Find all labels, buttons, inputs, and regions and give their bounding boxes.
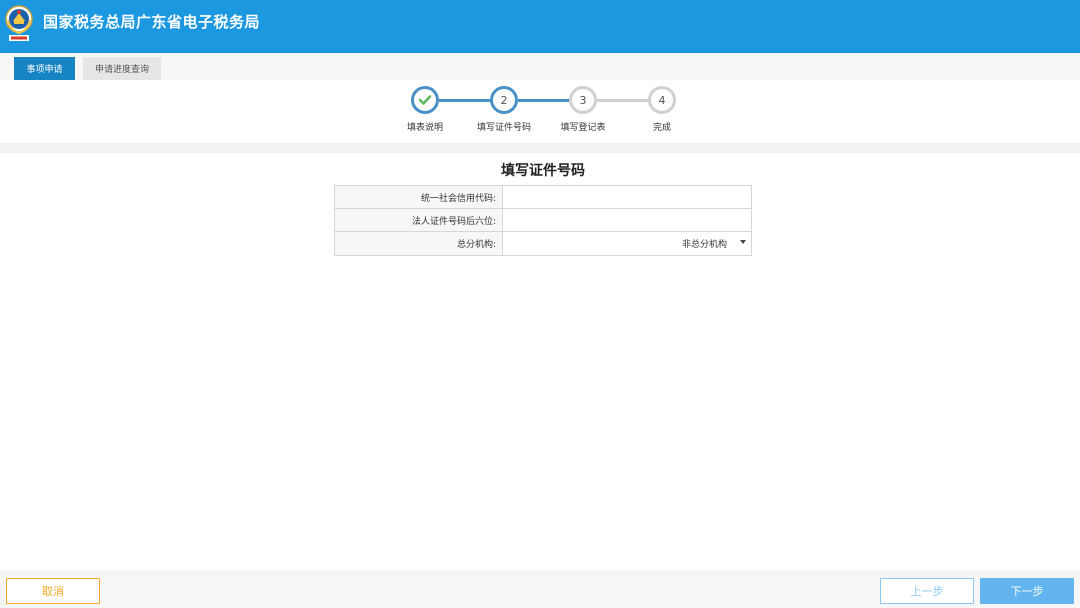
step-1-circle	[411, 86, 439, 114]
step-connector-3	[597, 99, 648, 102]
tab-progress-query[interactable]: 申请进度查询	[83, 57, 161, 80]
step-2-label: 填写证件号码	[476, 123, 531, 133]
previous-step-button[interactable]: 上一步	[880, 578, 974, 604]
step-connector-2	[518, 99, 569, 102]
tab-apply[interactable]: 事项申请	[14, 57, 75, 80]
tab-bar: 事项申请 申请进度查询	[0, 53, 1080, 80]
credit-code-label: 统一社会信用代码:	[335, 186, 503, 208]
form-row-branch-type: 总分机构: 非总分机构	[335, 232, 751, 255]
cancel-button[interactable]: 取消	[6, 578, 100, 604]
form-row-legal-id: 法人证件号码后六位:	[335, 209, 751, 232]
chevron-down-icon	[740, 240, 746, 244]
next-step-button[interactable]: 下一步	[980, 578, 1074, 604]
section-divider	[0, 143, 1080, 153]
credit-code-input[interactable]	[503, 186, 751, 208]
step-connector-1	[439, 99, 491, 102]
step-4-circle: 4	[648, 86, 676, 114]
footer-bar: 取消 上一步 下一步	[0, 570, 1080, 608]
legal-id-last6-input[interactable]	[503, 209, 751, 231]
step-3-label: 填写登记表	[560, 123, 606, 133]
site-title: 国家税务总局广东省电子税务局	[43, 13, 261, 31]
certificate-form: 统一社会信用代码: 法人证件号码后六位: 总分机构: 非总分机构	[334, 185, 752, 256]
branch-type-value: 非总分机构	[681, 240, 727, 250]
progress-stepper: 2 3 4 填表说明 填写证件号码 填写登记表 完成	[0, 80, 1080, 143]
top-header: 国家税务总局广东省电子税务局	[0, 0, 1080, 53]
legal-id-label: 法人证件号码后六位:	[335, 209, 503, 231]
branch-type-label: 总分机构:	[335, 232, 503, 255]
step-1-label: 填表说明	[406, 123, 443, 133]
step-4-number: 4	[658, 93, 666, 107]
check-icon	[418, 95, 432, 105]
step-3-circle: 3	[569, 86, 597, 114]
form-row-credit-code: 统一社会信用代码:	[335, 186, 751, 209]
step-3-number: 3	[579, 93, 587, 107]
step-2-circle: 2	[490, 86, 518, 114]
step-2-number: 2	[500, 93, 508, 107]
form-title: 填写证件号码	[501, 163, 585, 179]
step-4-label: 完成	[652, 123, 671, 133]
tax-emblem-icon	[5, 5, 33, 41]
branch-type-select[interactable]: 非总分机构	[503, 232, 751, 255]
